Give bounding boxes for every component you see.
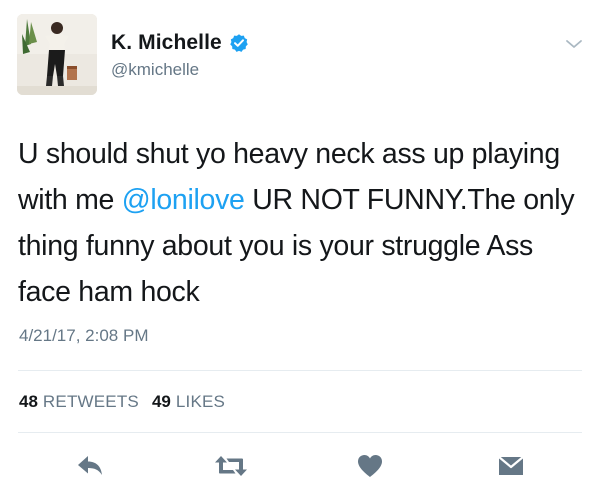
retweets-count: 48 — [19, 392, 38, 411]
avatar[interactable] — [17, 14, 97, 95]
profile-photo-icon — [17, 14, 97, 95]
like-button[interactable] — [355, 451, 385, 481]
divider — [18, 432, 582, 433]
heart-icon — [358, 455, 382, 477]
verified-badge-icon — [230, 34, 248, 52]
tweet-actions — [0, 451, 600, 481]
likes-count: 49 — [151, 392, 171, 411]
direct-message-icon — [498, 456, 524, 475]
timestamp[interactable]: 4/21/17, 2:08 PM — [19, 326, 148, 346]
likes-label: LIKES — [175, 392, 226, 411]
mention-link[interactable]: @lonilove — [122, 184, 245, 216]
author-info: K. Michelle @kmichelle — [111, 30, 249, 80]
retweets-stat[interactable]: 48 RETWEETS — [19, 392, 139, 412]
retweets-label: RETWEETS — [42, 392, 139, 411]
direct-message-button[interactable] — [496, 451, 526, 481]
display-name-row: K. Michelle — [111, 30, 249, 56]
likes-stat[interactable]: 49 LIKES — [152, 392, 225, 412]
reply-button[interactable] — [74, 451, 106, 481]
tweet-card: K. Michelle @kmichelle U should shut yo … — [0, 0, 600, 498]
retweet-icon — [215, 456, 247, 476]
divider — [18, 370, 582, 371]
tweet-text: U should shut yo heavy neck ass up playi… — [18, 131, 583, 315]
retweet-button[interactable] — [213, 451, 249, 481]
display-name[interactable]: K. Michelle — [111, 31, 222, 55]
chevron-down-icon[interactable] — [563, 36, 585, 52]
reply-icon — [78, 456, 102, 475]
handle[interactable]: @kmichelle — [111, 60, 249, 80]
tweet-stats: 48 RETWEETS 49 LIKES — [19, 392, 225, 412]
